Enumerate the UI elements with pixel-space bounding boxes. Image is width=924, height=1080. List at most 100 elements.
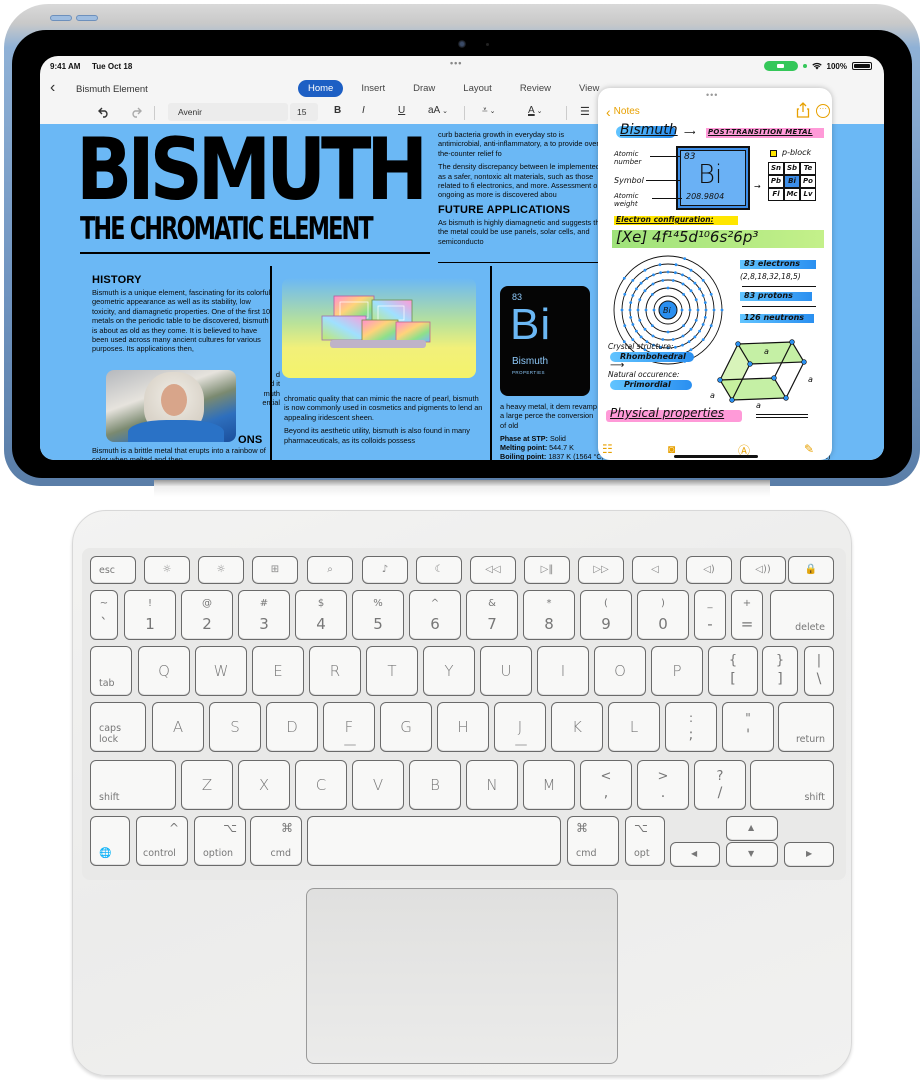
key-9[interactable]: (9 (580, 590, 632, 640)
key-caps-lock[interactable]: caps lock (90, 702, 146, 752)
camera-icon[interactable]: ◙ (668, 442, 675, 456)
key-o[interactable]: O (594, 646, 646, 696)
key-6[interactable]: ^ 6 (409, 590, 461, 640)
key-bracket-1[interactable]: }] (762, 646, 798, 696)
facetime-video-tile[interactable] (106, 370, 236, 442)
key-volume-down[interactable]: ◁) (686, 556, 732, 584)
tab-layout[interactable]: Layout (453, 80, 502, 97)
font-size-menu-button[interactable]: aA ⌄ (428, 105, 448, 116)
font-name-field[interactable]: Avenir (168, 103, 288, 121)
key-d[interactable]: D (266, 702, 318, 752)
key-`[interactable]: ~ ` (90, 590, 118, 640)
notes-back-button[interactable]: ‹ Notes (606, 105, 640, 119)
font-size-field[interactable]: 15 (290, 103, 318, 121)
key-5[interactable]: % 5 (352, 590, 404, 640)
key-esc[interactable]: esc (90, 556, 136, 584)
key-space[interactable] (307, 816, 561, 866)
key-p[interactable]: P (651, 646, 703, 696)
key-r[interactable]: R (309, 646, 361, 696)
key-arrow-down[interactable]: ▼ (726, 842, 778, 867)
key-brightness-down[interactable]: ☼ (144, 556, 190, 584)
trackpad[interactable] (306, 888, 618, 1064)
key-2[interactable]: @2 (181, 590, 233, 640)
key-arrow-left[interactable]: ◀ (670, 842, 720, 867)
key-play-pause[interactable]: ▷‖ (524, 556, 570, 584)
share-icon[interactable] (796, 102, 810, 118)
key-brightness-up[interactable]: ☼ (198, 556, 244, 584)
key-punct-b2[interactable]: ? / (694, 760, 746, 810)
key--[interactable]: _ - (694, 590, 726, 640)
compose-icon[interactable]: ✎ (804, 442, 814, 456)
redo-icon[interactable] (130, 107, 142, 118)
tab-insert[interactable]: Insert (351, 80, 395, 97)
key-t[interactable]: T (366, 646, 418, 696)
key-mute[interactable]: ◁ (632, 556, 678, 584)
key-8[interactable]: * 8 (523, 590, 575, 640)
back-chevron-icon[interactable]: ‹ (50, 80, 55, 96)
key-lock[interactable]: 🔒 (788, 556, 834, 584)
key-y[interactable]: Y (423, 646, 475, 696)
checklist-icon[interactable]: ☷ (602, 442, 613, 456)
key-u[interactable]: U (480, 646, 532, 696)
key-app-switcher[interactable]: ⊞ (252, 556, 298, 584)
key-delete[interactable]: delete (770, 590, 834, 640)
key-l[interactable]: L (608, 702, 660, 752)
key-tab[interactable]: tab (90, 646, 132, 696)
key-punct-0[interactable]: :; (665, 702, 717, 752)
key-g[interactable]: G (380, 702, 432, 752)
tab-home[interactable]: Home (298, 80, 344, 97)
crystal-image-card[interactable] (282, 278, 476, 378)
key-a[interactable]: A (152, 702, 204, 752)
key-1[interactable]: ! 1 (124, 590, 176, 640)
key-rewind[interactable]: ◁◁ (470, 556, 516, 584)
key-return[interactable]: return (778, 702, 834, 752)
key-0[interactable]: ) 0 (637, 590, 689, 640)
key-shift-right[interactable]: shift (750, 760, 834, 810)
key-control[interactable]: ^ control (136, 816, 188, 866)
key-globe[interactable]: 🌐 (90, 816, 130, 866)
key-x[interactable]: X (238, 760, 290, 810)
key-punct-1[interactable]: " ' (722, 702, 774, 752)
key-7[interactable]: & 7 (466, 590, 518, 640)
document-name[interactable]: Bismuth Element (76, 84, 148, 95)
key-e[interactable]: E (252, 646, 304, 696)
key-3[interactable]: #3 (238, 590, 290, 640)
key-v[interactable]: V (352, 760, 404, 810)
key-cmd-right[interactable]: ⌘ cmd (567, 816, 619, 866)
undo-icon[interactable] (98, 107, 110, 118)
bullet-list-icon[interactable]: ☰ (580, 105, 590, 118)
slide-over-grabber[interactable]: ••• (706, 90, 718, 100)
font-color-button[interactable]: A ⌄ (528, 105, 542, 116)
more-options-icon[interactable]: ··· (816, 104, 830, 118)
key-4[interactable]: $4 (295, 590, 347, 640)
key-arrow-right[interactable]: ▶ (784, 842, 834, 867)
key-n[interactable]: N (466, 760, 518, 810)
bold-button[interactable]: B (334, 105, 341, 116)
key-punct-b1[interactable]: >. (637, 760, 689, 810)
italic-button[interactable]: I (362, 105, 365, 116)
key-k[interactable]: K (551, 702, 603, 752)
key-c[interactable]: C (295, 760, 347, 810)
key-z[interactable]: Z (181, 760, 233, 810)
key-option-left[interactable]: ⌥ option (194, 816, 246, 866)
key-cmd-left[interactable]: ⌘ cmd (250, 816, 302, 866)
key-bracket-2[interactable]: | \ (804, 646, 834, 696)
key-volume-up[interactable]: ◁)) (740, 556, 786, 584)
key-h[interactable]: H (437, 702, 489, 752)
key-j[interactable]: J (494, 702, 546, 752)
key-q[interactable]: Q (138, 646, 190, 696)
key-b[interactable]: B (409, 760, 461, 810)
key-shift-left[interactable]: shift (90, 760, 176, 810)
key-w[interactable]: W (195, 646, 247, 696)
key-f[interactable]: F (323, 702, 375, 752)
key-bracket-0[interactable]: {[ (708, 646, 758, 696)
key-fast-forward[interactable]: ▷▷ (578, 556, 624, 584)
key-arrow-up[interactable]: ▲ (726, 816, 778, 841)
highlighter-button[interactable]: ⩡ ⌄ (482, 105, 495, 116)
underline-button[interactable]: U (398, 105, 405, 116)
key-search[interactable]: ⌕ (307, 556, 353, 584)
multitasking-dots[interactable]: ••• (450, 58, 462, 68)
notes-slide-over[interactable]: ••• ‹ Notes ··· Bismuth ⟶ POST-TRANSITIO… (598, 88, 832, 460)
key-focus-moon[interactable]: ☾ (416, 556, 462, 584)
tab-review[interactable]: Review (510, 80, 561, 97)
